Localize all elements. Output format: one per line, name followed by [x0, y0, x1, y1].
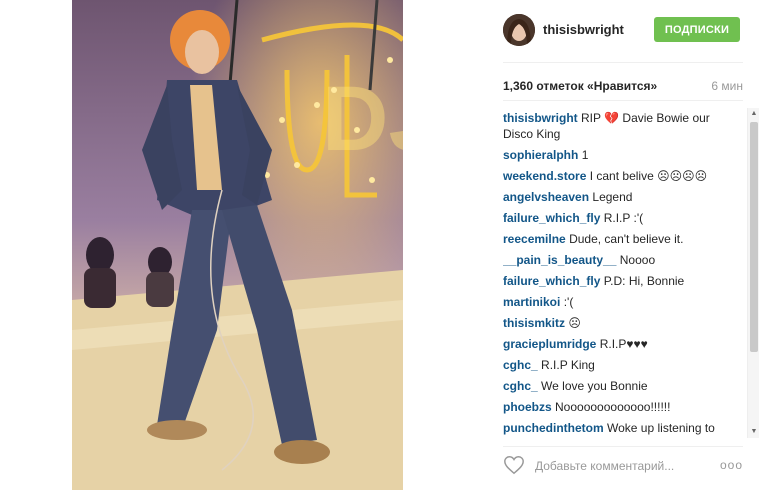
comment-text: Nooooooooooooo!!!!!!	[555, 400, 671, 414]
comment-username[interactable]: reecemilne	[503, 232, 566, 246]
post-photo[interactable]: DJ	[72, 0, 403, 490]
comment-username[interactable]: punchedinthetom	[503, 421, 604, 435]
comments-scrollbar[interactable]: ▲ ▼	[747, 108, 759, 438]
comment-username[interactable]: failure_which_fly	[503, 211, 600, 225]
scrollbar-thumb[interactable]	[750, 122, 758, 352]
comment-text: R.I.P King	[541, 358, 595, 372]
comment-text: Dude, can't believe it.	[569, 232, 684, 246]
comment-username[interactable]: __pain_is_beauty__	[503, 253, 616, 267]
comment-username[interactable]: cghc_	[503, 358, 538, 372]
follow-button[interactable]: ПОДПИСКИ	[654, 17, 740, 42]
comment-text: I cant belive ☹☹☹☹	[589, 169, 708, 183]
comment-username[interactable]: angelvsheaven	[503, 190, 589, 204]
comment-item: phoebzs Nooooooooooooo!!!!!!	[503, 397, 743, 418]
comment-username[interactable]: cghc_	[503, 379, 538, 393]
comment-item: failure_which_fly R.I.P :'(	[503, 208, 743, 229]
comment-username[interactable]: thisismkitz	[503, 316, 565, 330]
comment-text: R.I.P♥♥♥	[599, 337, 648, 351]
comment-text: We love you Bonnie	[541, 379, 648, 393]
comment-item: cghc_ R.I.P King	[503, 355, 743, 376]
comment-item: sophieralphh 1	[503, 145, 743, 166]
post-details-panel: thisisbwright ПОДПИСКИ 1,360 отметок «Нр…	[403, 0, 759, 490]
comment-input[interactable]	[535, 458, 705, 474]
comment-text: :'(	[563, 295, 574, 309]
comment-username[interactable]: failure_which_fly	[503, 274, 600, 288]
comment-username[interactable]: martinikoi	[503, 295, 560, 309]
comment-item: gracieplumridge R.I.P♥♥♥	[503, 334, 743, 355]
comment-username[interactable]: weekend.store	[503, 169, 586, 183]
divider	[503, 100, 743, 101]
comment-username[interactable]: sophieralphh	[503, 148, 578, 162]
comment-username[interactable]: phoebzs	[503, 400, 552, 414]
comment-item: angelvsheaven Legend	[503, 187, 743, 208]
comment-item: thisisbwright RIP 💔 Davie Bowie our Disc…	[503, 108, 743, 145]
avatar-image	[503, 14, 535, 46]
likes-count[interactable]: 1,360 отметок «Нравится»	[503, 79, 657, 93]
comment-text: ☹	[568, 316, 581, 330]
comment-item: martinikoi :'(	[503, 292, 743, 313]
scroll-down-arrow-icon[interactable]: ▼	[750, 428, 758, 436]
comment-text: 1	[581, 148, 589, 162]
photo-sign-text: DJ	[322, 68, 403, 170]
comment-item: thisismkitz ☹	[503, 313, 743, 334]
post-time[interactable]: 6 мин	[711, 79, 743, 93]
comment-text: Legend	[592, 190, 633, 204]
likes-row: 1,360 отметок «Нравится» 6 мин	[503, 79, 743, 93]
comment-username[interactable]: gracieplumridge	[503, 337, 596, 351]
comment-item: cghc_ We love you Bonnie	[503, 376, 743, 397]
scroll-up-arrow-icon[interactable]: ▲	[750, 110, 758, 118]
comment-item: punchedinthetom Woke up listening to Her…	[503, 418, 743, 438]
post-footer: ооо	[503, 452, 743, 480]
comments-list[interactable]: thisisbwright RIP 💔 Davie Bowie our Disc…	[503, 108, 743, 438]
comment-item: reecemilne Dude, can't believe it.	[503, 229, 743, 250]
comment-item: weekend.store I cant belive ☹☹☹☹	[503, 166, 743, 187]
username-link[interactable]: thisisbwright	[543, 22, 624, 37]
heart-outline-icon[interactable]	[503, 454, 525, 476]
comment-text: Noooo	[619, 253, 656, 267]
photo-image: DJ	[72, 0, 403, 490]
comment-item: failure_which_fly P.D: Hi, Bonnie	[503, 271, 743, 292]
divider	[503, 446, 743, 447]
comment-item: __pain_is_beauty__ Noooo	[503, 250, 743, 271]
avatar[interactable]	[503, 14, 535, 46]
comment-username[interactable]: thisisbwright	[503, 111, 578, 125]
divider	[503, 62, 743, 63]
post-header: thisisbwright ПОДПИСКИ	[403, 0, 759, 62]
comment-text: P.D: Hi, Bonnie	[603, 274, 685, 288]
comment-text: R.I.P :'(	[603, 211, 644, 225]
more-options-icon[interactable]: ооо	[720, 458, 743, 472]
